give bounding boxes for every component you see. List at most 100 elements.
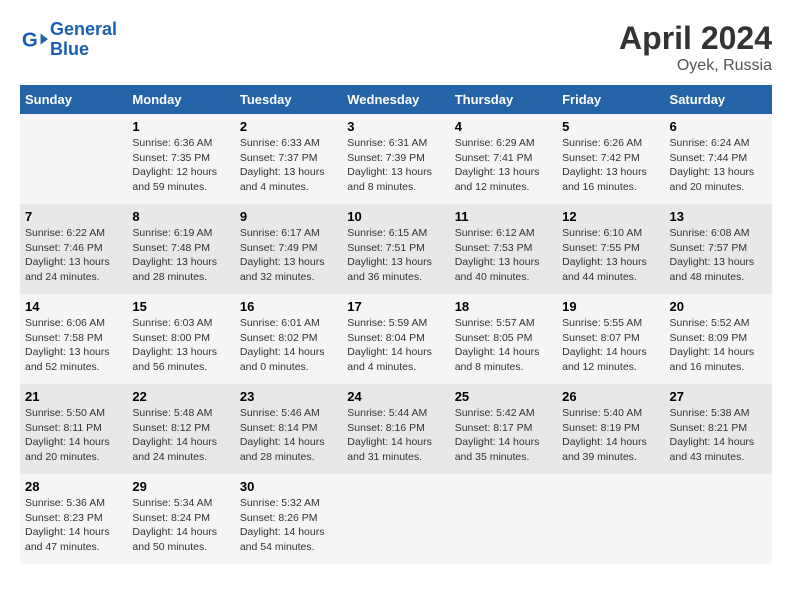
day-number: 24 (347, 389, 444, 404)
calendar-cell: 22 Sunrise: 5:48 AMSunset: 8:12 PMDayligh… (127, 384, 234, 474)
calendar-cell: 29Sunrise: 5:34 AMSunset: 8:24 PMDayligh… (127, 474, 234, 564)
calendar-cell: 30 Sunrise: 5:32 AMSunset: 8:26 PMDayligh… (235, 474, 342, 564)
day-number: 29 (132, 479, 229, 494)
day-info: Sunrise: 6:26 AMSunset: 7:42 PMDaylight:… (562, 136, 659, 195)
calendar-cell: 23 Sunrise: 5:46 AMSunset: 8:14 PMDayligh… (235, 384, 342, 474)
day-number: 25 (455, 389, 552, 404)
calendar-cell (665, 474, 772, 564)
day-info: Sunrise: 5:38 AMSunset: 8:21 PMDaylight:… (670, 406, 767, 465)
logo: G General Blue (20, 20, 117, 60)
day-number: 19 (562, 299, 659, 314)
day-number: 30 (240, 479, 337, 494)
day-info: Sunrise: 6:01 AMSunset: 8:02 PMDaylight:… (240, 316, 337, 375)
column-header-monday: Monday (127, 85, 234, 114)
calendar-cell: 21 Sunrise: 5:50 AMSunset: 8:11 PMDayligh… (20, 384, 127, 474)
calendar-table: SundayMondayTuesdayWednesdayThursdayFrid… (20, 85, 772, 564)
day-number: 23 (240, 389, 337, 404)
logo-icon: G (20, 26, 48, 54)
calendar-cell: 6 Sunrise: 6:24 AMSunset: 7:44 PMDaylight… (665, 114, 772, 204)
day-info: Sunrise: 6:17 AMSunset: 7:49 PMDaylight:… (240, 226, 337, 285)
day-info: Sunrise: 5:59 AMSunset: 8:04 PMDaylight:… (347, 316, 444, 375)
day-info: Sunrise: 6:03 AMSunset: 8:00 PMDaylight:… (132, 316, 229, 375)
subtitle: Oyek, Russia (619, 57, 772, 75)
day-info: Sunrise: 5:42 AMSunset: 8:17 PMDaylight:… (455, 406, 552, 465)
day-info: Sunrise: 6:29 AMSunset: 7:41 PMDaylight:… (455, 136, 552, 195)
day-number: 2 (240, 119, 337, 134)
calendar-cell: 20 Sunrise: 5:52 AMSunset: 8:09 PMDayligh… (665, 294, 772, 384)
day-info: Sunrise: 5:44 AMSunset: 8:16 PMDaylight:… (347, 406, 444, 465)
column-header-thursday: Thursday (450, 85, 557, 114)
calendar-cell: 14Sunrise: 6:06 AMSunset: 7:58 PMDayligh… (20, 294, 127, 384)
week-row-3: 14Sunrise: 6:06 AMSunset: 7:58 PMDayligh… (20, 294, 772, 384)
calendar-cell: 1Sunrise: 6:36 AMSunset: 7:35 PMDaylight… (127, 114, 234, 204)
day-number: 10 (347, 209, 444, 224)
day-info: Sunrise: 6:24 AMSunset: 7:44 PMDaylight:… (670, 136, 767, 195)
day-info: Sunrise: 6:31 AMSunset: 7:39 PMDaylight:… (347, 136, 444, 195)
day-info: Sunrise: 5:55 AMSunset: 8:07 PMDaylight:… (562, 316, 659, 375)
day-number: 14 (25, 299, 122, 314)
week-row-4: 21 Sunrise: 5:50 AMSunset: 8:11 PMDayligh… (20, 384, 772, 474)
day-number: 11 (455, 209, 552, 224)
calendar-cell: 15Sunrise: 6:03 AMSunset: 8:00 PMDayligh… (127, 294, 234, 384)
week-row-5: 28 Sunrise: 5:36 AMSunset: 8:23 PMDayligh… (20, 474, 772, 564)
calendar-cell: 17 Sunrise: 5:59 AMSunset: 8:04 PMDayligh… (342, 294, 449, 384)
column-header-tuesday: Tuesday (235, 85, 342, 114)
calendar-cell: 12Sunrise: 6:10 AMSunset: 7:55 PMDayligh… (557, 204, 664, 294)
day-info: Sunrise: 5:52 AMSunset: 8:09 PMDaylight:… (670, 316, 767, 375)
day-number: 6 (670, 119, 767, 134)
day-info: Sunrise: 5:32 AMSunset: 8:26 PMDaylight:… (240, 496, 337, 555)
column-header-wednesday: Wednesday (342, 85, 449, 114)
calendar-cell: 7 Sunrise: 6:22 AMSunset: 7:46 PMDaylight… (20, 204, 127, 294)
day-info: Sunrise: 6:22 AMSunset: 7:46 PMDaylight:… (25, 226, 122, 285)
svg-text:G: G (22, 28, 38, 51)
logo-line2: Blue (50, 39, 89, 59)
calendar-cell: 24 Sunrise: 5:44 AMSunset: 8:16 PMDayligh… (342, 384, 449, 474)
calendar-cell: 27 Sunrise: 5:38 AMSunset: 8:21 PMDayligh… (665, 384, 772, 474)
day-info: Sunrise: 5:50 AMSunset: 8:11 PMDaylight:… (25, 406, 122, 465)
day-number: 27 (670, 389, 767, 404)
calendar-cell: 28 Sunrise: 5:36 AMSunset: 8:23 PMDayligh… (20, 474, 127, 564)
day-number: 16 (240, 299, 337, 314)
column-header-saturday: Saturday (665, 85, 772, 114)
day-info: Sunrise: 5:36 AMSunset: 8:23 PMDaylight:… (25, 496, 122, 555)
day-number: 28 (25, 479, 122, 494)
day-info: Sunrise: 5:46 AMSunset: 8:14 PMDaylight:… (240, 406, 337, 465)
day-info: Sunrise: 6:36 AMSunset: 7:35 PMDaylight:… (132, 136, 229, 195)
day-number: 13 (670, 209, 767, 224)
day-number: 20 (670, 299, 767, 314)
day-info: Sunrise: 6:08 AMSunset: 7:57 PMDaylight:… (670, 226, 767, 285)
page-header: G General Blue April 2024 Oyek, Russia (20, 20, 772, 75)
day-number: 7 (25, 209, 122, 224)
day-number: 3 (347, 119, 444, 134)
day-number: 5 (562, 119, 659, 134)
calendar-cell: 10Sunrise: 6:15 AMSunset: 7:51 PMDayligh… (342, 204, 449, 294)
day-info: Sunrise: 6:12 AMSunset: 7:53 PMDaylight:… (455, 226, 552, 285)
title-area: April 2024 Oyek, Russia (619, 20, 772, 75)
calendar-cell: 8 Sunrise: 6:19 AMSunset: 7:48 PMDaylight… (127, 204, 234, 294)
logo-line1: General (50, 19, 117, 39)
day-number: 18 (455, 299, 552, 314)
day-info: Sunrise: 5:57 AMSunset: 8:05 PMDaylight:… (455, 316, 552, 375)
day-number: 22 (132, 389, 229, 404)
column-header-friday: Friday (557, 85, 664, 114)
day-number: 8 (132, 209, 229, 224)
day-info: Sunrise: 6:19 AMSunset: 7:48 PMDaylight:… (132, 226, 229, 285)
day-info: Sunrise: 5:48 AMSunset: 8:12 PMDaylight:… (132, 406, 229, 465)
calendar-cell: 13 Sunrise: 6:08 AMSunset: 7:57 PMDayligh… (665, 204, 772, 294)
calendar-cell (557, 474, 664, 564)
day-number: 4 (455, 119, 552, 134)
logo-text: General Blue (50, 20, 117, 60)
week-row-2: 7 Sunrise: 6:22 AMSunset: 7:46 PMDaylight… (20, 204, 772, 294)
calendar-cell: 4 Sunrise: 6:29 AMSunset: 7:41 PMDaylight… (450, 114, 557, 204)
week-row-1: 1Sunrise: 6:36 AMSunset: 7:35 PMDaylight… (20, 114, 772, 204)
calendar-cell: 11 Sunrise: 6:12 AMSunset: 7:53 PMDayligh… (450, 204, 557, 294)
day-number: 21 (25, 389, 122, 404)
day-number: 17 (347, 299, 444, 314)
header-row: SundayMondayTuesdayWednesdayThursdayFrid… (20, 85, 772, 114)
calendar-cell: 2Sunrise: 6:33 AMSunset: 7:37 PMDaylight… (235, 114, 342, 204)
calendar-cell: 18 Sunrise: 5:57 AMSunset: 8:05 PMDayligh… (450, 294, 557, 384)
calendar-cell: 5 Sunrise: 6:26 AMSunset: 7:42 PMDaylight… (557, 114, 664, 204)
day-number: 12 (562, 209, 659, 224)
column-header-sunday: Sunday (20, 85, 127, 114)
calendar-cell: 3 Sunrise: 6:31 AMSunset: 7:39 PMDaylight… (342, 114, 449, 204)
